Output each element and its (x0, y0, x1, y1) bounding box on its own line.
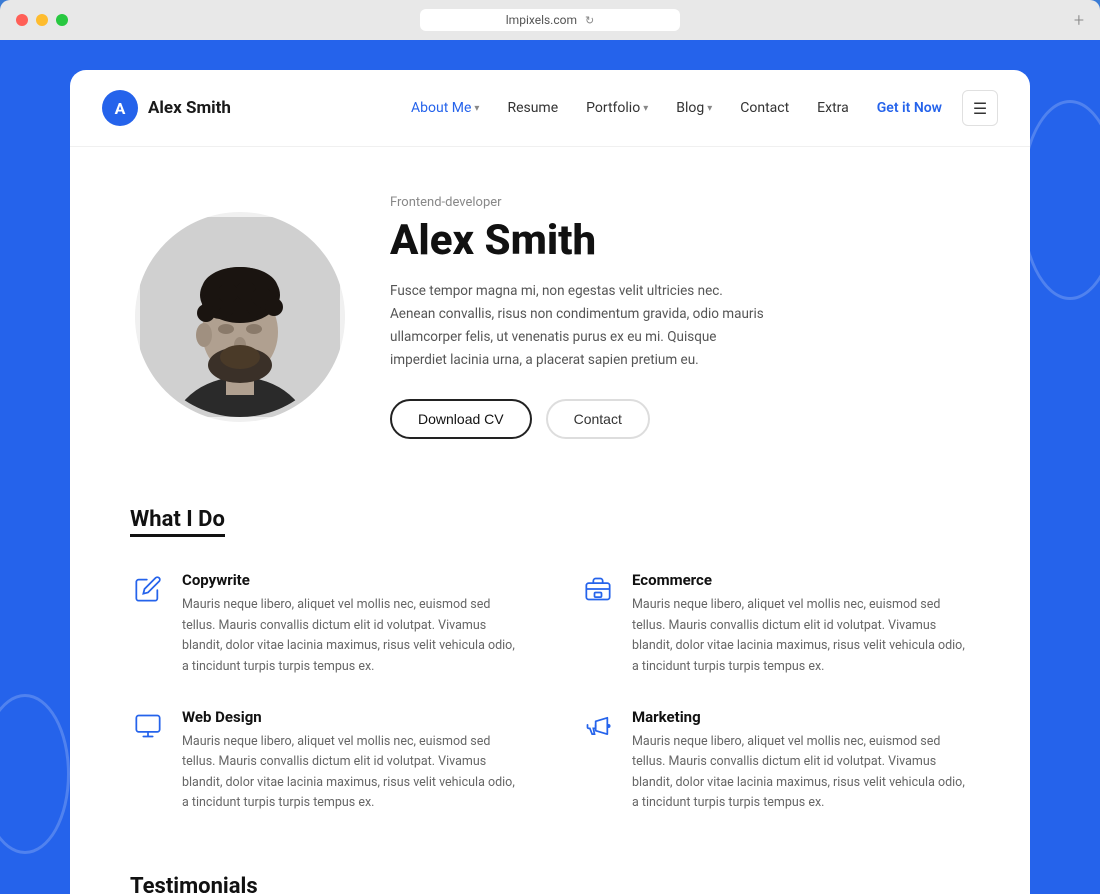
hero-title: Alex Smith (390, 218, 970, 264)
contact-button[interactable]: Contact (546, 399, 650, 439)
maximize-button[interactable] (56, 14, 68, 26)
profile-image-wrapper (130, 187, 350, 447)
service-webdesign-title: Web Design (182, 708, 520, 726)
refresh-icon[interactable]: ↻ (585, 14, 594, 27)
close-button[interactable] (16, 14, 28, 26)
service-ecommerce: Ecommerce Mauris neque libero, aliquet v… (580, 571, 970, 678)
service-copywrite-content: Copywrite Mauris neque libero, aliquet v… (182, 571, 520, 678)
service-marketing: Marketing Mauris neque libero, aliquet v… (580, 708, 970, 815)
navbar: A Alex Smith About Me ▾ Resume Portfolio… (70, 70, 1030, 147)
nav-blog[interactable]: Blog ▾ (676, 100, 712, 116)
service-copywrite: Copywrite Mauris neque libero, aliquet v… (130, 571, 520, 678)
hero-section: Frontend-developer Alex Smith Fusce temp… (70, 147, 1030, 487)
nav-contact[interactable]: Contact (740, 100, 789, 116)
chevron-down-icon: ▾ (474, 103, 479, 114)
hamburger-icon: ☰ (973, 99, 987, 118)
chevron-down-icon: ▾ (707, 103, 712, 114)
new-tab-button[interactable]: + (1074, 10, 1084, 31)
nav-portfolio[interactable]: Portfolio ▾ (586, 100, 648, 116)
url-text: lmpixels.com (506, 13, 577, 27)
service-ecommerce-title: Ecommerce (632, 571, 970, 589)
logo-avatar: A (102, 90, 138, 126)
profile-circle (135, 212, 345, 422)
hamburger-button[interactable]: ☰ (962, 90, 998, 126)
service-webdesign-content: Web Design Mauris neque libero, aliquet … (182, 708, 520, 815)
monitor-icon (130, 708, 166, 744)
service-ecommerce-desc: Mauris neque libero, aliquet vel mollis … (632, 595, 970, 678)
logo-name: Alex Smith (148, 98, 231, 118)
deco-circle-right (1020, 100, 1100, 300)
background: A Alex Smith About Me ▾ Resume Portfolio… (0, 40, 1100, 894)
profile-image (140, 217, 340, 417)
service-copywrite-title: Copywrite (182, 571, 520, 589)
services-section: What I Do Copywrite Mauris neque libero,… (70, 487, 1030, 854)
hero-content: Frontend-developer Alex Smith Fusce temp… (390, 195, 970, 440)
nav-get-now[interactable]: Get it Now (877, 100, 942, 116)
nav-extra[interactable]: Extra (817, 100, 849, 116)
hero-description: Fusce tempor magna mi, non egestas velit… (390, 280, 770, 372)
service-webdesign-desc: Mauris neque libero, aliquet vel mollis … (182, 732, 520, 815)
pencil-icon (130, 571, 166, 607)
service-marketing-desc: Mauris neque libero, aliquet vel mollis … (632, 732, 970, 815)
service-marketing-title: Marketing (632, 708, 970, 726)
what-i-do-title: What I Do (130, 507, 225, 537)
browser-chrome: lmpixels.com ↻ + (0, 0, 1100, 40)
address-bar[interactable]: lmpixels.com ↻ (420, 9, 680, 31)
testimonials-title: Testimonials (130, 874, 258, 894)
store-icon (580, 571, 616, 607)
service-marketing-content: Marketing Mauris neque libero, aliquet v… (632, 708, 970, 815)
hero-subtitle: Frontend-developer (390, 195, 970, 210)
service-ecommerce-content: Ecommerce Mauris neque libero, aliquet v… (632, 571, 970, 678)
services-grid: Copywrite Mauris neque libero, aliquet v… (130, 571, 970, 814)
service-copywrite-desc: Mauris neque libero, aliquet vel mollis … (182, 595, 520, 678)
nav-links: About Me ▾ Resume Portfolio ▾ Blog ▾ Con… (411, 100, 942, 116)
logo-area: A Alex Smith (102, 90, 411, 126)
nav-about-me[interactable]: About Me ▾ (411, 100, 479, 116)
nav-resume[interactable]: Resume (507, 100, 558, 116)
minimize-button[interactable] (36, 14, 48, 26)
download-cv-button[interactable]: Download CV (390, 399, 532, 439)
deco-circle-left (0, 694, 70, 854)
main-card: A Alex Smith About Me ▾ Resume Portfolio… (70, 70, 1030, 894)
hero-buttons: Download CV Contact (390, 399, 970, 439)
chevron-down-icon: ▾ (643, 103, 648, 114)
service-webdesign: Web Design Mauris neque libero, aliquet … (130, 708, 520, 815)
megaphone-icon (580, 708, 616, 744)
testimonials-section: Testimonials (70, 854, 1030, 894)
